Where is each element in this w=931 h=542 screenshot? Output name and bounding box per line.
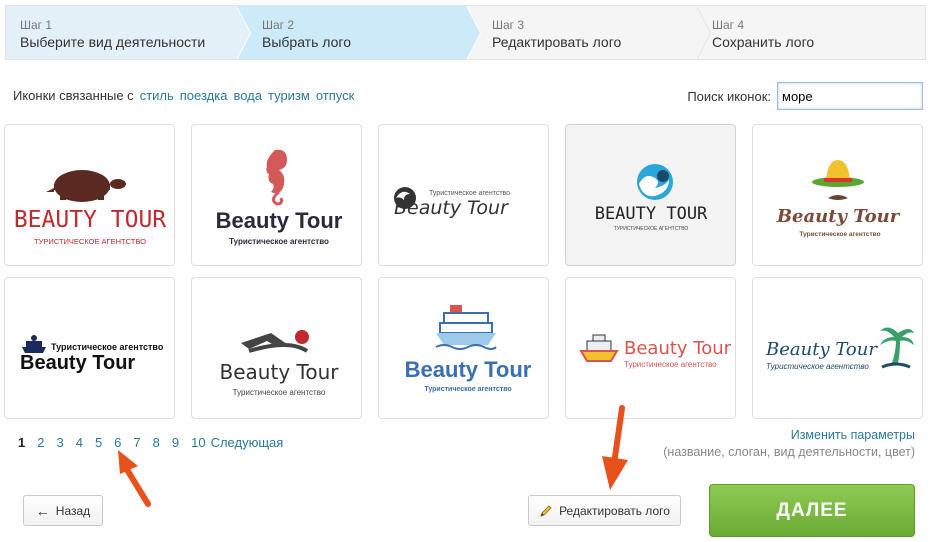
logo-slogan: Туристическое агентство (799, 231, 880, 238)
logo-name: Beauty Tour (394, 197, 509, 219)
step-1-title: Выберите вид деятельности (20, 34, 206, 50)
turtle-icon: BEAUTY TOUR ТУРИСТИЧЕСКОЕ АГЕНТСТВО (13, 170, 166, 246)
arrow-left-icon: ← (35, 502, 50, 519)
tag-water[interactable]: вода (233, 88, 262, 103)
logo-card[interactable]: Beauty Tour Туристическое агентство (565, 277, 736, 419)
palm-icon: Beauty Tour Туристическое агентство (765, 327, 914, 371)
tag-tourism[interactable]: туризм (268, 88, 310, 103)
logo-slogan: Туристическое агентство (766, 362, 869, 371)
logo-card[interactable]: Beauty Tour Туристическое агентство (191, 277, 362, 419)
logo-card[interactable]: Beauty Tour Туристическое агентство (378, 277, 549, 419)
next-button[interactable]: ДАЛЕЕ (709, 484, 915, 537)
page-9[interactable]: 9 (172, 435, 179, 450)
step-2-title: Выбрать лого (262, 34, 351, 50)
page-10[interactable]: 10 (191, 435, 205, 450)
search-label: Поиск иконок: (687, 88, 771, 104)
wizard-stepper: Шаг 1 Выберите вид деятельности Шаг 2 Вы… (5, 5, 926, 60)
logo-name: Beauty Tour (775, 206, 900, 227)
cruise-ship-icon: Beauty Tour Туристическое агентство (404, 305, 531, 393)
edit-logo-label: Редактировать лого (559, 503, 670, 518)
swimmer-icon: Beauty Tour Туристическое агентство (219, 330, 339, 397)
related-tags: Иконки связанные с стиль поездка вода туризм… (13, 88, 354, 103)
logo-name: Beauty Tour (215, 208, 342, 233)
page-6[interactable]: 6 (114, 435, 121, 450)
edit-logo-button[interactable]: Редактировать лого (528, 495, 681, 526)
logo-card[interactable]: Beauty Tour Туристическое агентство (191, 124, 362, 266)
next-page-link[interactable]: Следующая (211, 435, 284, 450)
logo-card[interactable]: BEAUTY TOUR ТУРИСТИЧЕСКОЕ АГЕНТСТВО (4, 124, 175, 266)
step-4-number: Шаг 4 (712, 18, 745, 32)
change-params-hint: (название, слоган, вид деятельности, цве… (663, 445, 915, 459)
page-5[interactable]: 5 (95, 435, 102, 450)
page-4[interactable]: 4 (76, 435, 83, 450)
logo-slogan: Туристическое агентство (424, 386, 511, 393)
search-input[interactable] (777, 82, 923, 110)
change-params: Изменить параметры (название, слоган, ви… (663, 427, 915, 461)
annotation-arrow-icon (118, 450, 151, 507)
icon-search: Поиск иконок: (687, 82, 923, 110)
page-2[interactable]: 2 (37, 435, 44, 450)
page-3[interactable]: 3 (56, 435, 63, 450)
logo-card[interactable]: Туристическое агентство Beauty Tour (378, 124, 549, 266)
logo-slogan: Туристическое агентство (624, 360, 717, 369)
logo-card[interactable]: Туристическое агентство Beauty Tour (4, 277, 175, 419)
step-2[interactable]: Шаг 2 Выбрать лого (236, 6, 481, 60)
logo-grid: BEAUTY TOUR ТУРИСТИЧЕСКОЕ АГЕНТСТВО Beau… (4, 124, 924, 419)
logo-name: Beauty Tour (765, 339, 878, 360)
step-4[interactable]: Шаг 4 Сохранить лого (696, 6, 925, 59)
tag-vacation[interactable]: отпуск (316, 88, 354, 103)
tags-prefix: Иконки связанные с (13, 88, 134, 103)
step-3-title: Редактировать лого (492, 34, 622, 50)
step-3[interactable]: Шаг 3 Редактировать лого (466, 6, 711, 60)
page-8[interactable]: 8 (153, 435, 160, 450)
tag-style[interactable]: стиль (140, 88, 174, 103)
logo-card[interactable]: BEAUTY TOUR ТУРИСТИЧЕСКОЕ АГЕНТСТВО (565, 124, 736, 266)
logo-name: BEAUTY TOUR (594, 204, 707, 224)
step-2-number: Шаг 2 (262, 18, 295, 32)
logo-slogan: Туристическое агентство (429, 190, 510, 197)
wave-icon: Туристическое агентство Beauty Tour (393, 187, 510, 219)
ship-icon: Туристическое агентство Beauty Tour (20, 335, 164, 374)
logo-slogan: ТУРИСТИЧЕСКОЕ АГЕНТСТВО (34, 237, 146, 246)
boat-icon: Beauty Tour Туристическое агентство (578, 334, 731, 369)
tag-trip[interactable]: поездка (180, 88, 228, 103)
logo-card[interactable]: Beauty Tour Туристическое агентство (752, 124, 923, 266)
step-1-number: Шаг 1 (20, 18, 53, 32)
wave-circle-icon: BEAUTY TOUR ТУРИСТИЧЕСКОЕ АГЕНТСТВО (594, 164, 708, 232)
logo-name: Beauty Tour (404, 357, 531, 382)
logo-slogan: ТУРИСТИЧЕСКОЕ АГЕНТСТВО (613, 226, 688, 232)
logo-slogan: Туристическое агентство (229, 237, 329, 246)
logo-name: Beauty Tour (624, 338, 731, 359)
logo-name: Beauty Tour (20, 352, 135, 374)
logo-slogan: Туристическое агентство (51, 342, 164, 352)
logo-card[interactable]: Beauty Tour Туристическое агентство (752, 277, 923, 419)
step-3-number: Шаг 3 (492, 18, 525, 32)
step-4-title: Сохранить лого (712, 34, 815, 50)
change-params-link[interactable]: Изменить параметры (663, 427, 915, 444)
back-button[interactable]: ← Назад (23, 495, 103, 526)
back-button-label: Назад (55, 503, 91, 518)
logo-name: BEAUTY TOUR (13, 207, 165, 233)
pencil-icon (540, 504, 552, 517)
page-7[interactable]: 7 (133, 435, 140, 450)
page-1[interactable]: 1 (18, 435, 25, 450)
logo-name: Beauty Tour (219, 360, 339, 384)
sombrero-icon: Beauty Tour Туристическое агентство (775, 160, 900, 238)
seahorse-icon: Beauty Tour Туристическое агентство (215, 149, 342, 246)
logo-slogan: Туристическое агентство (232, 388, 325, 397)
step-1[interactable]: Шаг 1 Выберите вид деятельности (6, 6, 251, 60)
pagination: 1 2 3 4 5 6 7 8 9 10 Следующая (18, 435, 295, 450)
